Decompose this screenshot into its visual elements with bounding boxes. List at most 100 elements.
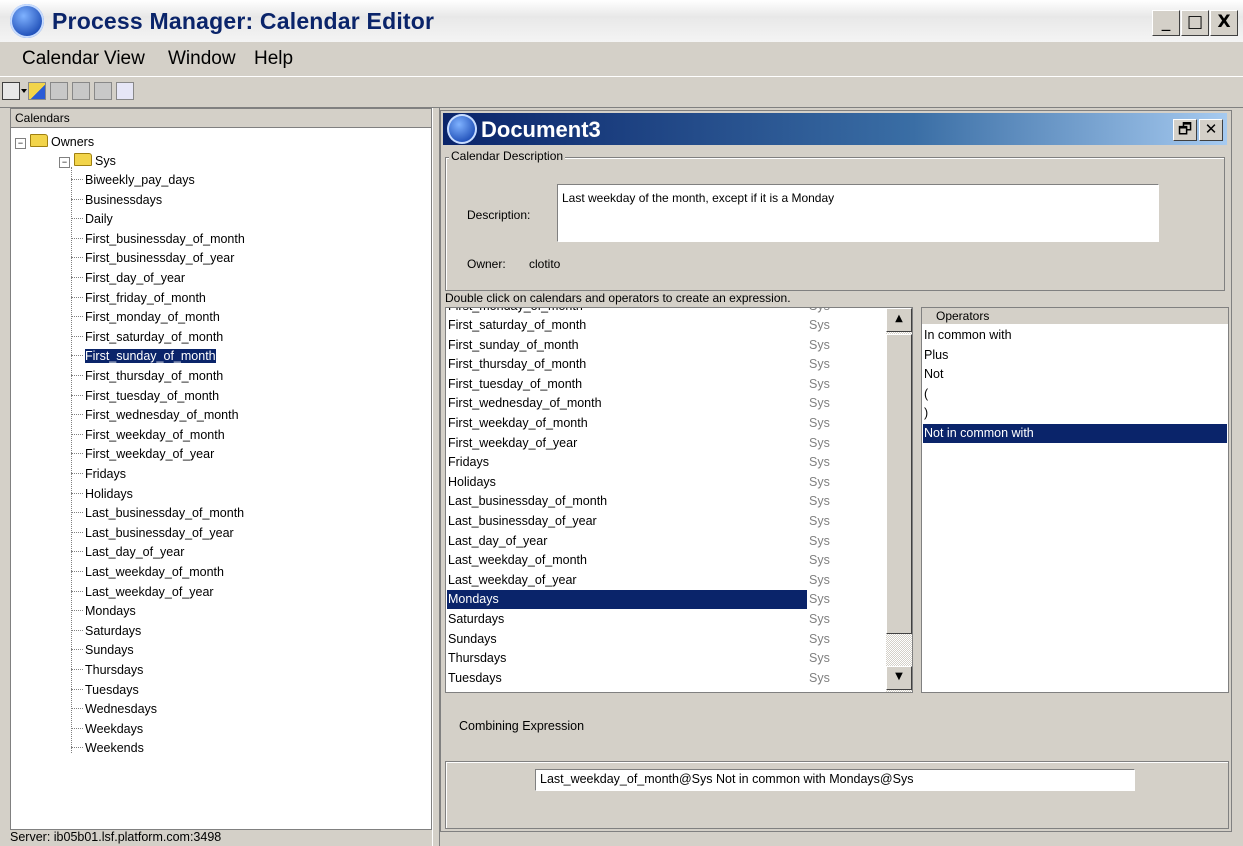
- list-item[interactable]: Tuesdays Sys: [447, 669, 830, 688]
- scroll-up-arrow-icon[interactable]: ▲: [886, 308, 912, 332]
- list-item[interactable]: Last_businessday_of_year Sys: [447, 512, 830, 531]
- tree-item[interactable]: First_businessday_of_month: [71, 230, 245, 249]
- tree-item[interactable]: Sundays: [71, 641, 134, 660]
- tree-item[interactable]: Last_day_of_year: [71, 543, 184, 562]
- tree-item[interactable]: Daily: [71, 210, 113, 229]
- tree-item[interactable]: First_sunday_of_month: [71, 347, 217, 366]
- tree-item-label: Fridays: [85, 467, 126, 481]
- list-item[interactable]: Thursdays Sys: [447, 649, 830, 668]
- tree-branch-line: [71, 179, 83, 180]
- tree-item-label: First_tuesday_of_month: [85, 388, 220, 403]
- list-item[interactable]: First_thursday_of_month Sys: [447, 355, 830, 374]
- tree-item[interactable]: First_friday_of_month: [71, 289, 206, 308]
- tree-item[interactable]: First_monday_of_month: [71, 308, 220, 327]
- tree-item[interactable]: Weekdays: [71, 720, 143, 739]
- preview-icon[interactable]: [94, 82, 112, 100]
- list-item[interactable]: Mondays Sys: [447, 590, 830, 610]
- calendar-name: First_saturday_of_month: [448, 318, 587, 332]
- list-item[interactable]: First_monday_of_month Sys: [447, 308, 830, 316]
- tree-item[interactable]: Thursdays: [71, 661, 143, 680]
- restore-icon[interactable]: 🗗: [1173, 119, 1197, 141]
- scroll-down-arrow-icon[interactable]: ▼: [886, 666, 912, 690]
- tree-branch-line: [71, 237, 83, 239]
- operator-item[interactable]: In common with: [923, 326, 1227, 345]
- tree-branch-line: [71, 355, 83, 357]
- open-icon[interactable]: [28, 82, 46, 100]
- tree-item[interactable]: Weekends: [71, 739, 144, 758]
- list-item[interactable]: First_saturday_of_month Sys: [447, 316, 830, 335]
- list-item[interactable]: Last_businessday_of_month Sys: [447, 492, 830, 511]
- tree-item[interactable]: First_businessday_of_year: [71, 249, 234, 268]
- minimize-button[interactable]: _: [1152, 10, 1180, 36]
- tree-item[interactable]: Businessdays: [71, 191, 162, 210]
- menu-help[interactable]: Help: [254, 48, 293, 70]
- menu-window[interactable]: Window: [168, 48, 236, 70]
- tree-item[interactable]: First_thursday_of_month: [71, 367, 223, 386]
- tree-item[interactable]: Saturdays: [71, 622, 141, 641]
- folder-open-icon: [30, 134, 48, 147]
- operator-item[interactable]: Not in common with: [923, 424, 1227, 443]
- operator-item[interactable]: (: [923, 385, 1227, 404]
- tree-item[interactable]: Tuesdays: [71, 681, 139, 700]
- status-bar-text: Server: ib05b01.lsf.platform.com:3498: [10, 830, 222, 844]
- calendar-name: Tuesdays: [448, 670, 502, 685]
- list-item[interactable]: First_weekday_of_year Sys: [447, 434, 830, 453]
- tree-item[interactable]: First_wednesday_of_month: [71, 406, 239, 425]
- tree-item[interactable]: First_saturday_of_month: [71, 328, 223, 347]
- new-calendar-icon[interactable]: [2, 82, 20, 100]
- tree-item[interactable]: Last_weekday_of_year: [71, 583, 214, 602]
- tree-item[interactable]: Last_businessday_of_month: [71, 504, 244, 523]
- operators-list[interactable]: Operators In common with Plus Not() Not in …: [921, 307, 1229, 693]
- tree-item[interactable]: First_tuesday_of_month: [71, 387, 219, 406]
- operator-item[interactable]: Not: [923, 365, 1227, 384]
- dropdown-arrow-icon[interactable]: [21, 89, 27, 93]
- maximize-button[interactable]: □: [1181, 10, 1209, 36]
- list-item[interactable]: Last_day_of_year Sys: [447, 532, 830, 551]
- menu-view[interactable]: View: [104, 48, 145, 70]
- tree-item[interactable]: Biweekly_pay_days: [71, 171, 195, 190]
- tree-item[interactable]: First_day_of_year: [71, 269, 185, 288]
- list-item[interactable]: Saturdays Sys: [447, 610, 830, 629]
- expression-field[interactable]: Last_weekday_of_month@Sys Not in common …: [535, 769, 1135, 791]
- list-item[interactable]: First_sunday_of_month Sys: [447, 336, 830, 355]
- collapse-icon[interactable]: −: [15, 138, 26, 149]
- tree-item[interactable]: Last_businessday_of_year: [71, 524, 234, 543]
- calendar-name: First_weekday_of_year: [448, 435, 578, 450]
- list-item[interactable]: Last_weekday_of_month Sys: [447, 551, 830, 570]
- list-item[interactable]: First_tuesday_of_month Sys: [447, 375, 830, 394]
- calendar-name: First_thursday_of_month: [448, 357, 587, 372]
- close-button[interactable]: X: [1210, 10, 1238, 36]
- menu-calendar[interactable]: Calendar: [22, 48, 99, 70]
- vertical-scrollbar[interactable]: ▲ ▼: [886, 308, 912, 692]
- list-item[interactable]: First_weekday_of_month Sys: [447, 414, 830, 433]
- description-field[interactable]: Last weekday of the month, except if it …: [557, 184, 1159, 242]
- tree-item-label: First_thursday_of_month: [85, 369, 224, 383]
- calendar-select-list[interactable]: First_monday_of_month Sys First_saturday…: [445, 307, 913, 693]
- tree-item[interactable]: Wednesdays: [71, 700, 157, 719]
- calendar-owner: Sys: [809, 651, 830, 666]
- refresh-icon[interactable]: [116, 82, 134, 100]
- delete-icon[interactable]: [50, 82, 68, 100]
- tree-node-owners[interactable]: − Owners: [15, 133, 94, 152]
- save-icon[interactable]: [72, 82, 90, 100]
- scrollbar-thumb[interactable]: [886, 334, 912, 634]
- operator-item[interactable]: ): [923, 404, 1227, 423]
- panel-splitter[interactable]: [432, 108, 440, 846]
- document-close-button[interactable]: ✕: [1199, 119, 1223, 141]
- tree-node-sys[interactable]: − Sys: [59, 152, 116, 171]
- tree-item[interactable]: Holidays: [71, 485, 133, 504]
- tree-branch-line: [71, 571, 83, 572]
- tree-item[interactable]: First_weekday_of_month: [71, 426, 225, 445]
- list-item[interactable]: Fridays Sys: [447, 453, 830, 472]
- list-item[interactable]: Holidays Sys: [447, 473, 830, 492]
- tree-item[interactable]: Fridays: [71, 465, 126, 484]
- list-item[interactable]: Sundays Sys: [447, 630, 830, 649]
- list-item[interactable]: Last_weekday_of_year Sys: [447, 571, 830, 590]
- list-item[interactable]: First_wednesday_of_month Sys: [447, 394, 830, 413]
- tree-item[interactable]: Last_weekday_of_month: [71, 563, 224, 582]
- operator-item[interactable]: Plus: [923, 346, 1227, 365]
- tree-item[interactable]: Mondays: [71, 602, 136, 621]
- calendar-owner: Sys: [809, 553, 830, 568]
- tree-item[interactable]: First_weekday_of_year: [71, 445, 214, 464]
- collapse-icon[interactable]: −: [59, 157, 70, 168]
